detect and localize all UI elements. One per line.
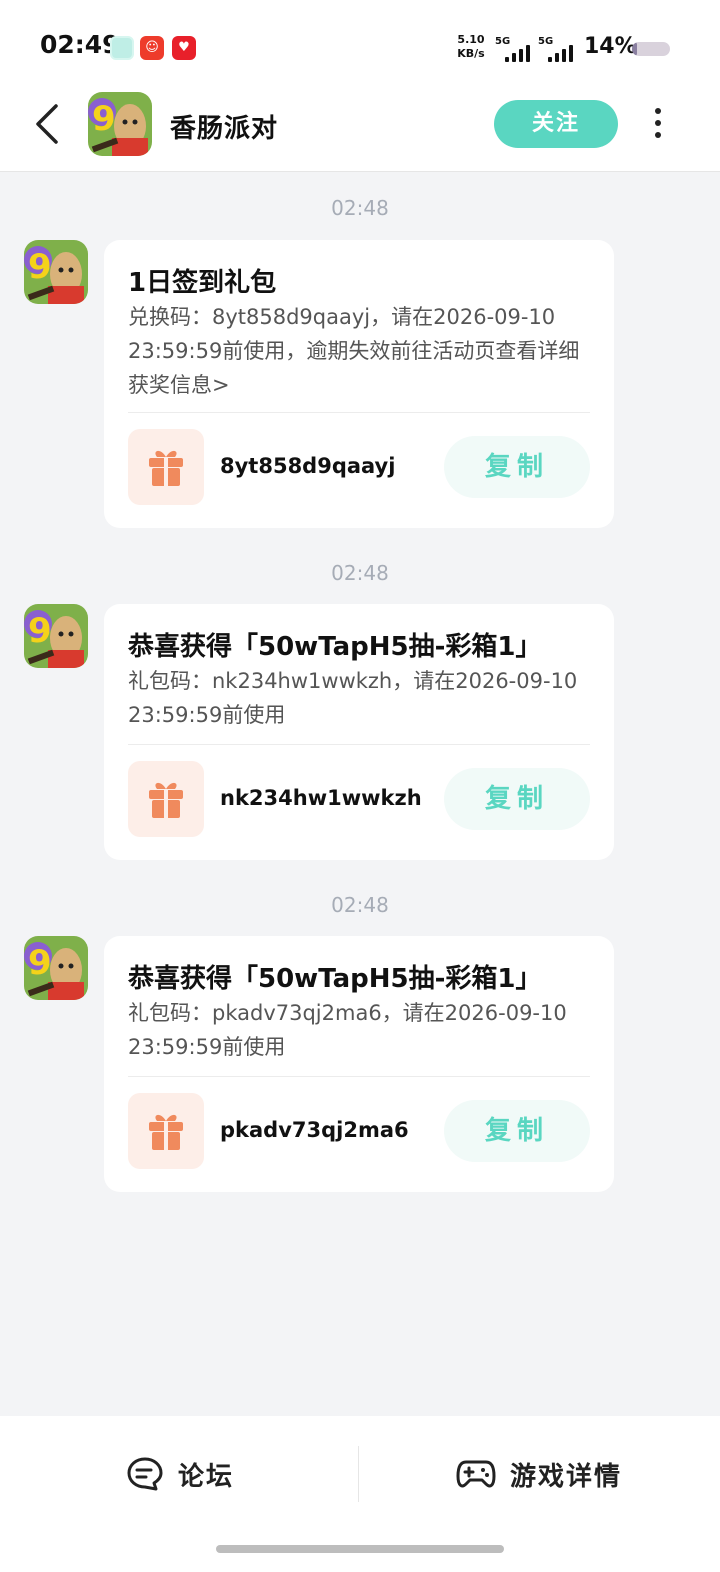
message-body: 礼包码：pkadv73qj2ma6，请在2026-09-10 23:59:59前… bbox=[128, 1001, 567, 1059]
redeem-code: 8yt858d9qaayj bbox=[220, 454, 396, 478]
back-button[interactable] bbox=[28, 100, 68, 148]
game-logo-icon: 9 bbox=[24, 240, 88, 304]
chevron-left-icon bbox=[36, 104, 58, 144]
gift-icon bbox=[149, 450, 183, 486]
battery-percent: 14% bbox=[584, 34, 637, 59]
svg-text:9: 9 bbox=[28, 943, 52, 983]
game-logo-icon: 9 bbox=[24, 604, 88, 668]
copy-button[interactable]: 复制 bbox=[444, 768, 590, 830]
divider bbox=[128, 744, 590, 745]
gift-message-card: 恭喜获得「50wTapH5抽-彩箱1」 礼包码：nk234hw1wwkzh，请在… bbox=[104, 604, 614, 860]
svg-text:9: 9 bbox=[92, 99, 116, 139]
message-body: 礼包码：nk234hw1wwkzh，请在2026-09-10 23:59:59前… bbox=[128, 669, 578, 727]
svg-text:9: 9 bbox=[28, 247, 52, 287]
gift-message-card: 1日签到礼包 兑换码：8yt858d9qaayj，请在2026-09-10 23… bbox=[104, 240, 614, 528]
game-logo-icon: 9 bbox=[24, 936, 88, 1000]
divider bbox=[358, 1446, 359, 1502]
network-speed: 5.10 KB/s bbox=[454, 33, 488, 61]
follow-button[interactable]: 关注 bbox=[494, 100, 618, 148]
message-body[interactable]: 兑换码：8yt858d9qaayj，请在2026-09-10 23:59:59前… bbox=[128, 300, 590, 402]
notification-robot-icon: ☺ bbox=[140, 36, 164, 60]
status-time: 02:49 bbox=[40, 30, 120, 59]
game-details-label: 游戏详情 bbox=[510, 1461, 623, 1492]
gamepad-icon bbox=[456, 1460, 496, 1488]
more-vertical-icon bbox=[646, 108, 670, 138]
notification-heart-icon: ♥ bbox=[172, 36, 196, 60]
message-timestamp: 02:48 bbox=[331, 196, 389, 220]
gift-icon-box bbox=[128, 1093, 204, 1169]
status-bar: 02:49 ☺ ♥ 5.10 KB/s 5G 5G 14% bbox=[0, 0, 720, 86]
message-avatar[interactable]: 9 bbox=[24, 936, 88, 1000]
message-avatar[interactable]: 9 bbox=[24, 240, 88, 304]
gift-icon-box bbox=[128, 761, 204, 837]
game-avatar[interactable]: 9 bbox=[88, 92, 152, 156]
signal-icon: 5G bbox=[538, 36, 578, 62]
notification-app-icon bbox=[110, 36, 134, 60]
gift-icon bbox=[149, 782, 183, 818]
divider bbox=[128, 1076, 590, 1077]
game-details-button[interactable]: 游戏详情 bbox=[456, 1444, 622, 1504]
forum-chat-icon bbox=[127, 1457, 163, 1491]
forum-button[interactable]: 论坛 bbox=[126, 1444, 234, 1504]
game-logo-icon: 9 bbox=[88, 92, 152, 156]
message-timestamp: 02:48 bbox=[331, 561, 389, 585]
redeem-code: pkadv73qj2ma6 bbox=[220, 1118, 409, 1142]
battery-icon bbox=[632, 42, 670, 56]
message-avatar[interactable]: 9 bbox=[24, 604, 88, 668]
gift-icon-box bbox=[128, 429, 204, 505]
gift-icon bbox=[149, 1114, 183, 1150]
chat-header: 9 香肠派对 关注 bbox=[0, 86, 720, 172]
copy-button[interactable]: 复制 bbox=[444, 436, 590, 498]
network-speed-unit: KB/s bbox=[457, 47, 485, 60]
home-indicator[interactable] bbox=[216, 1545, 504, 1553]
redeem-code: nk234hw1wwkzh bbox=[220, 786, 422, 810]
svg-text:9: 9 bbox=[28, 611, 52, 651]
signal-icon: 5G bbox=[495, 36, 535, 62]
gift-message-card: 恭喜获得「50wTapH5抽-彩箱1」 礼包码：pkadv73qj2ma6，请在… bbox=[104, 936, 614, 1192]
network-speed-value: 5.10 bbox=[457, 33, 485, 46]
forum-label: 论坛 bbox=[178, 1461, 235, 1492]
page-title: 香肠派对 bbox=[170, 114, 279, 144]
copy-button[interactable]: 复制 bbox=[444, 1100, 590, 1162]
more-options-button[interactable] bbox=[646, 104, 670, 144]
message-title: 1日签到礼包 bbox=[128, 268, 277, 298]
message-title: 恭喜获得「50wTapH5抽-彩箱1」 bbox=[128, 632, 542, 662]
message-timestamp: 02:48 bbox=[331, 893, 389, 917]
divider bbox=[128, 412, 590, 413]
message-title: 恭喜获得「50wTapH5抽-彩箱1」 bbox=[128, 964, 542, 994]
